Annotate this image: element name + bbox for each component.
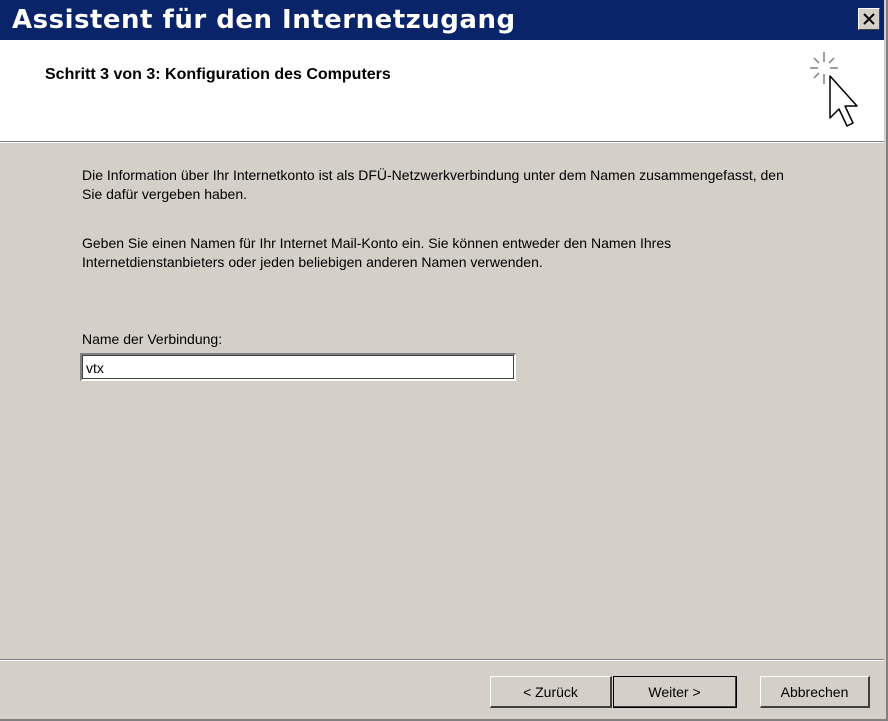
window-title: Assistent für den Internetzugang: [12, 5, 516, 35]
close-button[interactable]: [858, 8, 880, 30]
wizard-header: Schritt 3 von 3: Konfiguration des Compu…: [0, 40, 884, 142]
wizard-window: Assistent für den Internetzugang Schritt…: [0, 0, 888, 721]
wizard-cursor-icon: [810, 52, 858, 127]
cancel-button[interactable]: Abbrechen: [760, 676, 870, 708]
next-button[interactable]: Weiter >: [613, 676, 737, 708]
back-button[interactable]: < Zurück: [490, 676, 612, 708]
step-title: Schritt 3 von 3: Konfiguration des Compu…: [45, 66, 391, 83]
title-bar: Assistent für den Internetzugang: [0, 0, 884, 40]
info-paragraph: Die Information über Ihr Internetkonto i…: [82, 167, 784, 202]
close-icon: [863, 13, 875, 25]
connection-name-label: Name der Verbindung:: [82, 331, 223, 347]
header-divider: [0, 142, 884, 143]
instruction-paragraph: Geben Sie einen Namen für Ihr Internet M…: [82, 235, 672, 270]
connection-name-input[interactable]: [80, 353, 516, 381]
